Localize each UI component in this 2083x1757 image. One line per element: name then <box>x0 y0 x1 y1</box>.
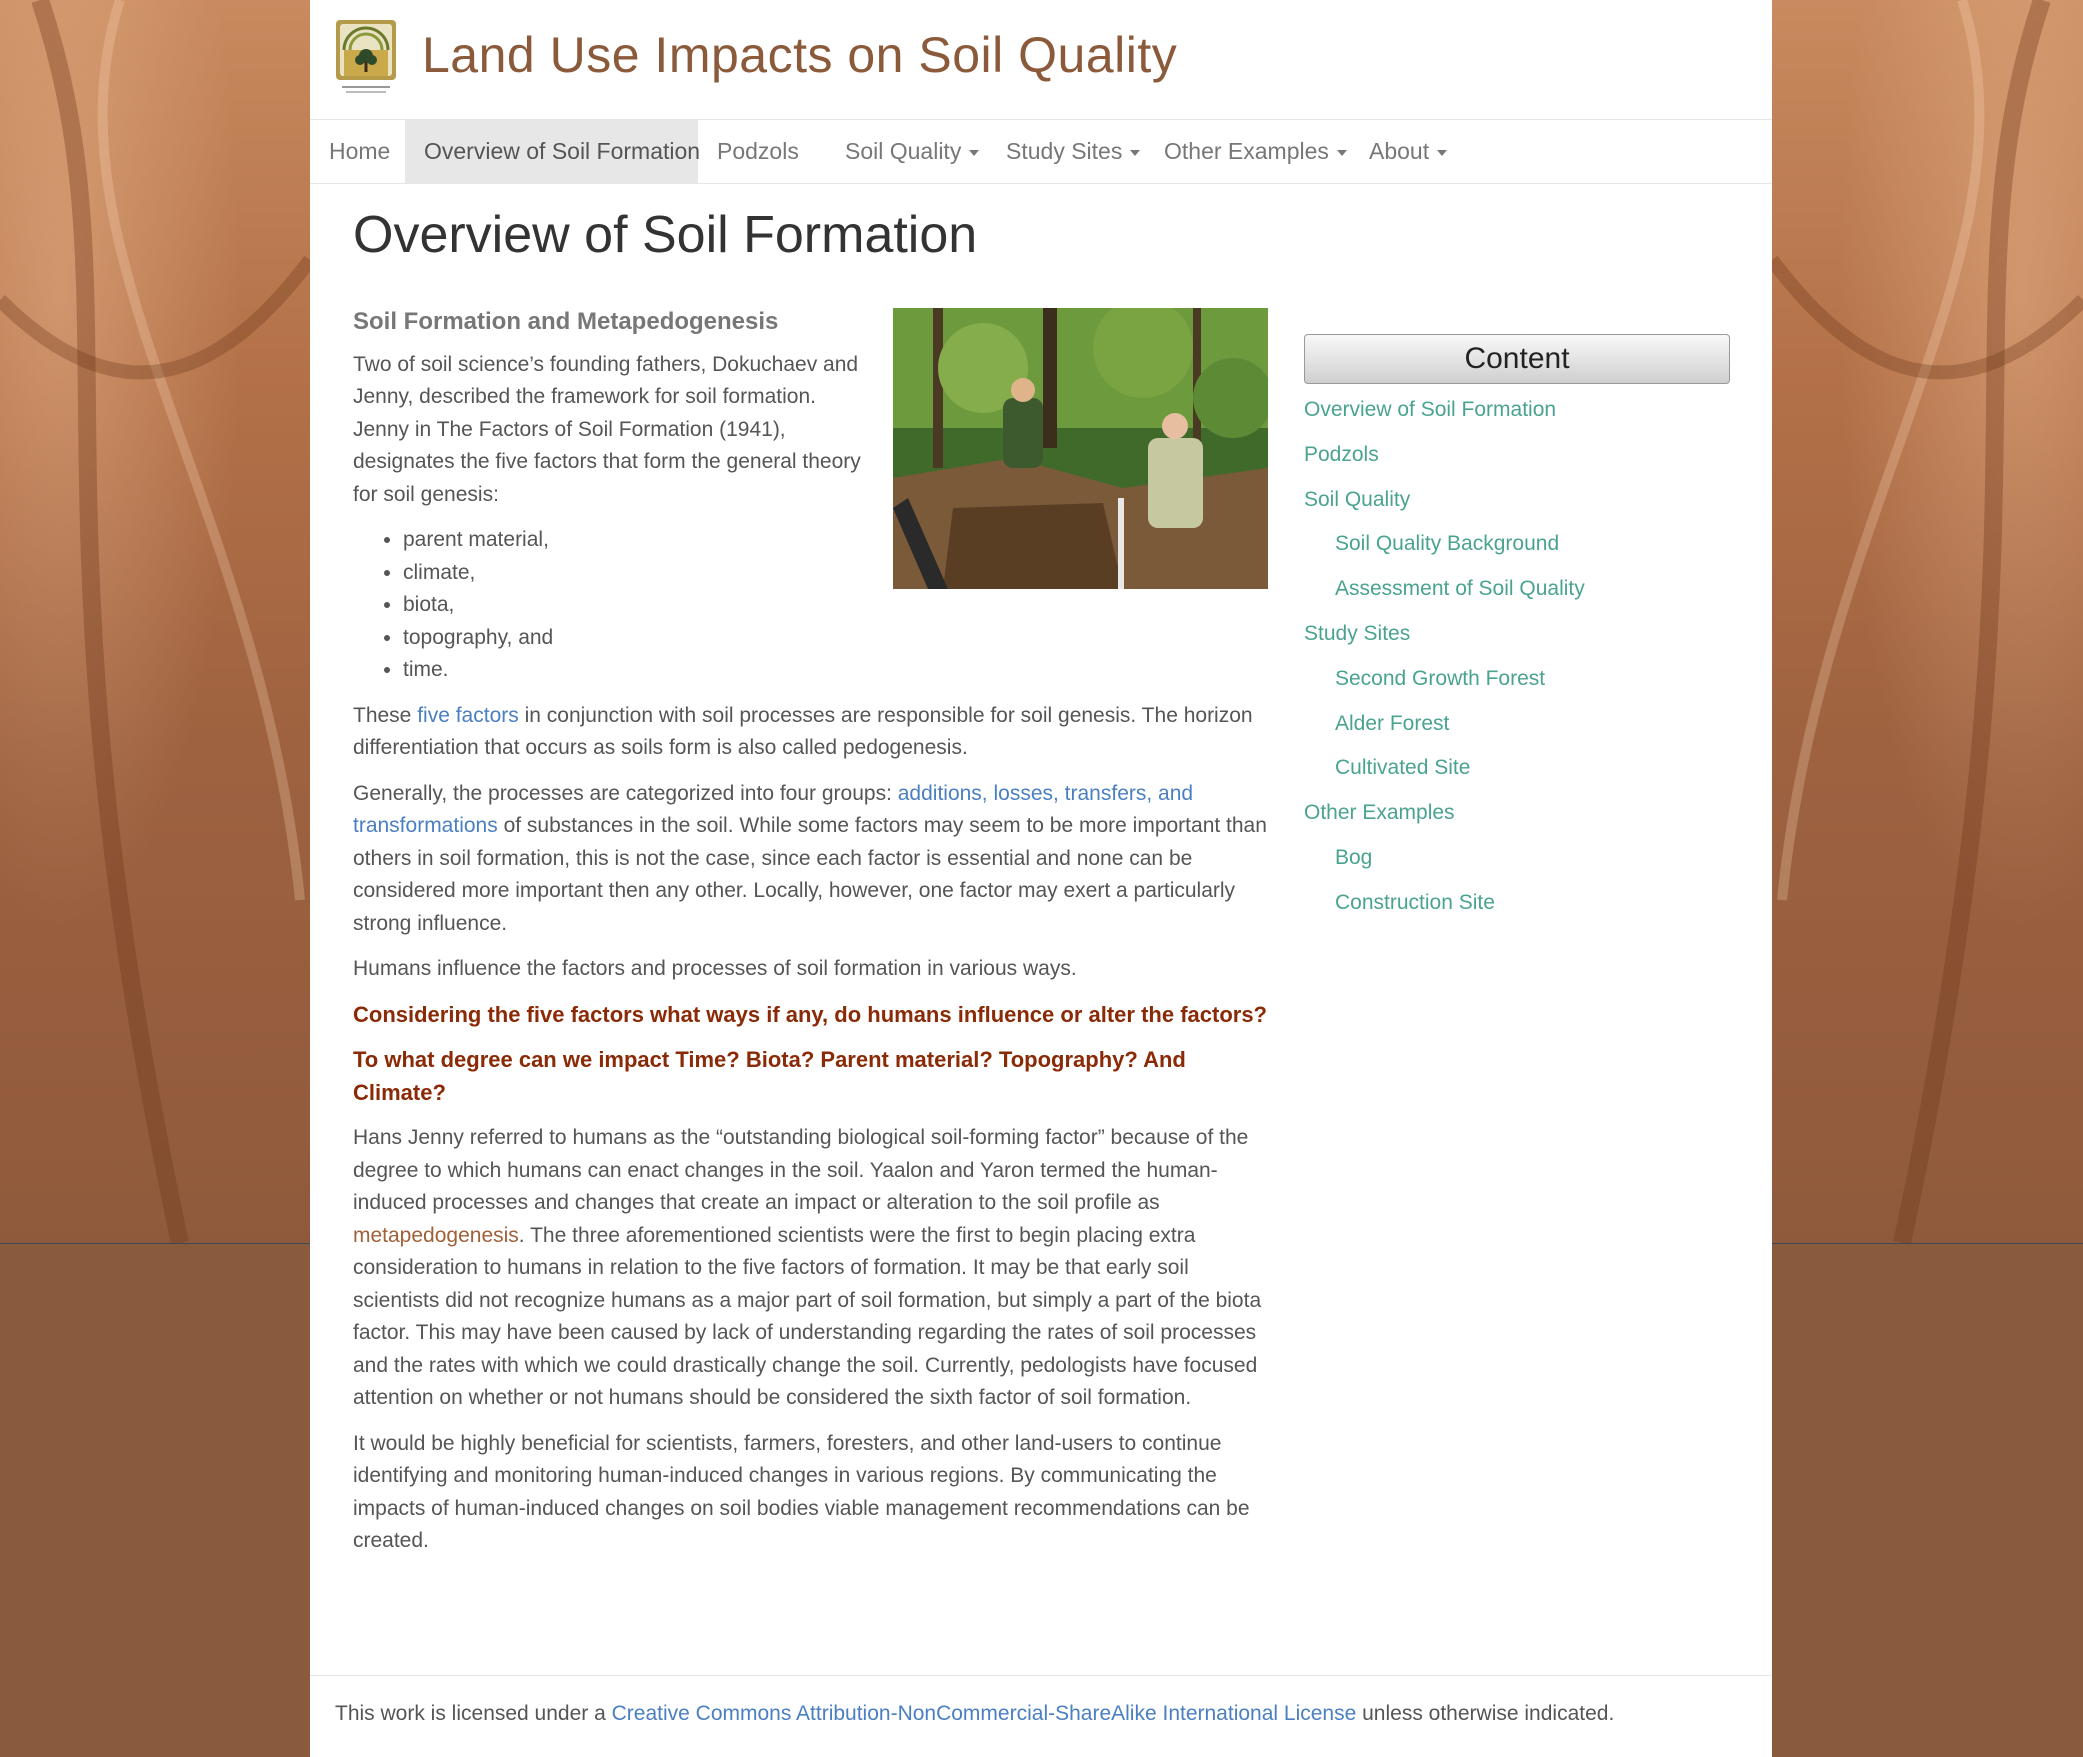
nav-other-examples-dropdown[interactable]: Other Examples <box>1145 120 1366 183</box>
page-container: Land Use Impacts on Soil Quality Home Ov… <box>310 0 1772 1757</box>
footer-text: This work is licensed under a <box>335 1702 612 1725</box>
sidebar-list: Overview of Soil Formation Podzols Soil … <box>1304 388 1730 926</box>
nav-home-label: Home <box>329 138 391 164</box>
text: Hans Jenny referred to humans as the “ou… <box>353 1126 1249 1214</box>
footer-divider <box>310 1675 1772 1676</box>
metapedogenesis-paragraph: Hans Jenny referred to humans as the “ou… <box>353 1122 1268 1415</box>
five-factors-paragraph: These five factors in conjunction with s… <box>353 700 1268 765</box>
metapedogenesis-link[interactable]: metapedogenesis <box>353 1224 519 1247</box>
text: Generally, the processes are categorized… <box>353 781 898 805</box>
question-one: Considering the five factors what ways i… <box>353 1001 1267 1027</box>
nav-about-dropdown[interactable]: About <box>1350 120 1466 183</box>
footer: This work is licensed under a Creative C… <box>335 1702 1614 1726</box>
sidebar-item-study-sites[interactable]: Study Sites <box>1304 612 1730 657</box>
sidebar-item-soil-quality[interactable]: Soil Quality <box>1304 478 1730 523</box>
caret-down-icon <box>1130 149 1141 156</box>
nav-soil-quality-dropdown[interactable]: Soil Quality <box>826 120 998 183</box>
footer-text: unless otherwise indicated. <box>1356 1702 1615 1725</box>
nav-podzols[interactable]: Podzols <box>698 120 818 183</box>
site-header: Land Use Impacts on Soil Quality <box>310 0 1772 119</box>
sidebar-item-soil-quality-background[interactable]: Soil Quality Background <box>1304 522 1730 567</box>
nav-study-sites-label: Study Sites <box>1006 138 1123 164</box>
sidebar-item-alder-forest[interactable]: Alder Forest <box>1304 702 1730 747</box>
caret-down-icon <box>969 149 980 156</box>
closing-paragraph: It would be highly beneficial for scient… <box>353 1431 1250 1553</box>
sidebar-item-cultivated-site[interactable]: Cultivated Site <box>1304 746 1730 791</box>
nav-soil-quality-label: Soil Quality <box>845 138 962 164</box>
sidebar-item-construction-site[interactable]: Construction Site <box>1304 881 1730 926</box>
nav-overview-of-soil-formation[interactable]: Overview of Soil Formation <box>405 120 701 183</box>
text: . The three aforementioned scientists we… <box>353 1223 1262 1410</box>
nav-overview-label: Overview of Soil Formation <box>424 138 701 164</box>
caret-down-icon <box>1437 149 1448 156</box>
field-photo-image[interactable] <box>893 308 1268 589</box>
tree-logo-icon[interactable] <box>336 20 396 100</box>
nav-other-examples-label: Other Examples <box>1164 138 1329 164</box>
processes-paragraph: Generally, the processes are categorized… <box>353 778 1268 941</box>
caret-down-icon <box>1336 149 1347 156</box>
sidebar: Content Overview of Soil Formation Podzo… <box>1304 334 1730 926</box>
main-content: Soil Formation and Metapedogenesis Two o… <box>353 300 1268 1571</box>
sidebar-item-other-examples[interactable]: Other Examples <box>1304 791 1730 836</box>
question-two: To what degree can we impact Time? Biota… <box>353 1047 1186 1105</box>
list-item: topography, and <box>403 622 1268 655</box>
nav-about-label: About <box>1369 138 1430 164</box>
background-swoosh-right <box>1772 0 2083 1243</box>
humans-influence-paragraph: Humans influence the factors and process… <box>353 957 1077 980</box>
background-swoosh-left <box>0 0 310 1243</box>
five-factors-link[interactable]: five factors <box>417 704 519 727</box>
text: These <box>353 703 418 727</box>
license-link[interactable]: Creative Commons Attribution-NonCommerci… <box>612 1702 1357 1725</box>
page-title: Overview of Soil Formation <box>353 206 978 264</box>
content-button[interactable]: Content <box>1304 334 1730 384</box>
sidebar-item-assessment[interactable]: Assessment of Soil Quality <box>1304 567 1730 612</box>
list-item: biota, <box>403 589 1268 622</box>
site-title[interactable]: Land Use Impacts on Soil Quality <box>422 26 1177 84</box>
nav-home[interactable]: Home <box>310 120 409 183</box>
sidebar-item-overview[interactable]: Overview of Soil Formation <box>1304 388 1730 433</box>
nav-podzols-label: Podzols <box>717 138 799 164</box>
sidebar-item-second-growth-forest[interactable]: Second Growth Forest <box>1304 657 1730 702</box>
list-item: time. <box>403 654 1268 687</box>
main-nav: Home Overview of Soil Formation Podzols … <box>310 119 1772 184</box>
nav-study-sites-dropdown[interactable]: Study Sites <box>987 120 1159 183</box>
sidebar-item-bog[interactable]: Bog <box>1304 836 1730 881</box>
sidebar-item-podzols[interactable]: Podzols <box>1304 433 1730 478</box>
